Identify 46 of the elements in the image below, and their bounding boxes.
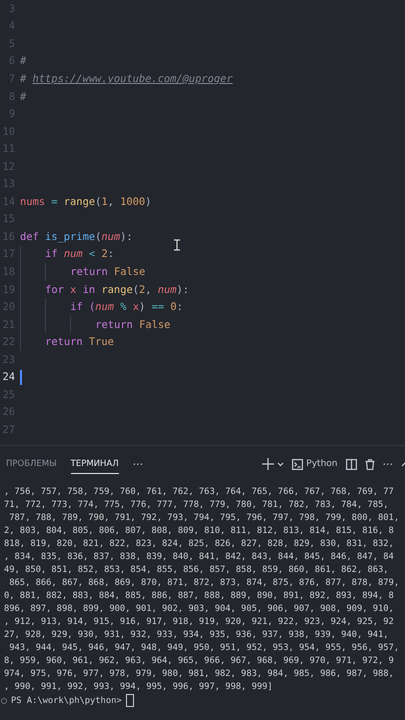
text-cursor	[20, 370, 22, 385]
trash-icon	[364, 458, 374, 470]
terminal-cursor	[126, 694, 134, 707]
plus-icon	[262, 458, 274, 470]
terminal-output: 787, 788, 789, 790, 791, 792, 793, 794, 795, 796, 797, 798, 799, 800, 801,	[8, 512, 400, 525]
panel-tab[interactable]: ТЕРМИНАЛ	[70, 454, 119, 474]
terminal-output: 896, 897, 898, 899, 900, 901, 902, 903, 904, 905, 906, 907, 908, 909, 910,	[4, 603, 395, 616]
terminal-output: 865, 866, 867, 868, 869, 870, 871, 872, 873, 874, 875, 876, 877, 878, 879,	[8, 577, 400, 590]
terminal-selector[interactable]: Python	[292, 458, 338, 470]
code-line: # https://www.youtube.com/@uproger	[20, 72, 233, 85]
new-terminal-button[interactable]	[262, 458, 284, 470]
terminal-output: 974, 975, 976, 977, 978, 979, 980, 981, 982, 983, 984, 985, 986, 987, 988,	[4, 668, 395, 681]
terminal-output: 49, 850, 851, 852, 853, 854, 855, 856, 857, 858, 859, 860, 861, 862, 863,	[4, 564, 390, 577]
code-line: #	[20, 90, 26, 102]
more-button[interactable]: ···	[132, 458, 144, 470]
terminal-output: , 990, 991, 992, 993, 994, 995, 996, 997, 998, 999]	[4, 681, 274, 694]
code-line: return False	[95, 318, 170, 331]
code-line: #	[20, 55, 26, 68]
terminal-output: 2, 803, 804, 805, 806, 807, 808, 809, 810, 811, 812, 813, 814, 815, 816, 8	[4, 525, 395, 538]
terminal-output: 818, 819, 820, 821, 822, 823, 824, 825, 826, 827, 828, 829, 830, 831, 832,	[4, 538, 395, 551]
panel-tab[interactable]: ПРОБЛЕМЫ	[6, 454, 57, 474]
code-line: def is_prime(num):	[20, 230, 133, 243]
split-button[interactable]	[346, 458, 356, 470]
status-dot	[1, 698, 7, 704]
delete-button[interactable]	[364, 458, 374, 470]
code-line: return True	[45, 336, 114, 348]
terminal-output: , 912, 913, 914, 915, 916, 917, 918, 919, 920, 921, 922, 923, 924, 925, 92	[4, 616, 395, 629]
code-line: return False	[70, 266, 146, 278]
terminal-output: 71, 772, 773, 774, 775, 776, 777, 778, 779, 780, 781, 782, 783, 784, 785,	[4, 499, 390, 512]
terminal-output: , 756, 757, 758, 759, 760, 761, 762, 763, 764, 765, 766, 767, 768, 769, 77	[4, 486, 395, 499]
code-line: for x in range(2, num):	[45, 284, 190, 296]
code-line: if num < 2:	[45, 248, 114, 260]
terminal-output: , 834, 835, 836, 837, 838, 839, 840, 841, 842, 843, 844, 845, 846, 847, 84	[4, 551, 395, 564]
terminal-output: 27, 928, 929, 930, 931, 932, 933, 934, 935, 936, 937, 938, 939, 940, 941,	[4, 629, 390, 642]
more-actions-button[interactable]: ···	[382, 458, 393, 470]
split-icon	[346, 458, 356, 470]
terminal-output: 0, 881, 882, 883, 884, 885, 886, 887, 888, 889, 890, 891, 892, 893, 894, 8	[4, 590, 395, 603]
code-line: if (num % x) == 0:	[70, 301, 183, 314]
terminal-prompt: PS A:\work\ph\python>	[11, 696, 122, 706]
terminal-icon	[292, 458, 304, 470]
terminal-output: 8, 959, 960, 961, 962, 963, 964, 965, 966, 967, 968, 969, 970, 971, 972, 9	[4, 655, 395, 668]
line-number: 24	[1, 371, 15, 384]
code-line: nums = range(1, 1000)	[20, 196, 152, 208]
text-cursor-icon	[173, 239, 181, 251]
terminal-output: 943, 944, 945, 946, 947, 948, 949, 950, 951, 952, 953, 954, 955, 956, 957,	[8, 642, 400, 655]
chevron-down-icon	[277, 462, 284, 466]
